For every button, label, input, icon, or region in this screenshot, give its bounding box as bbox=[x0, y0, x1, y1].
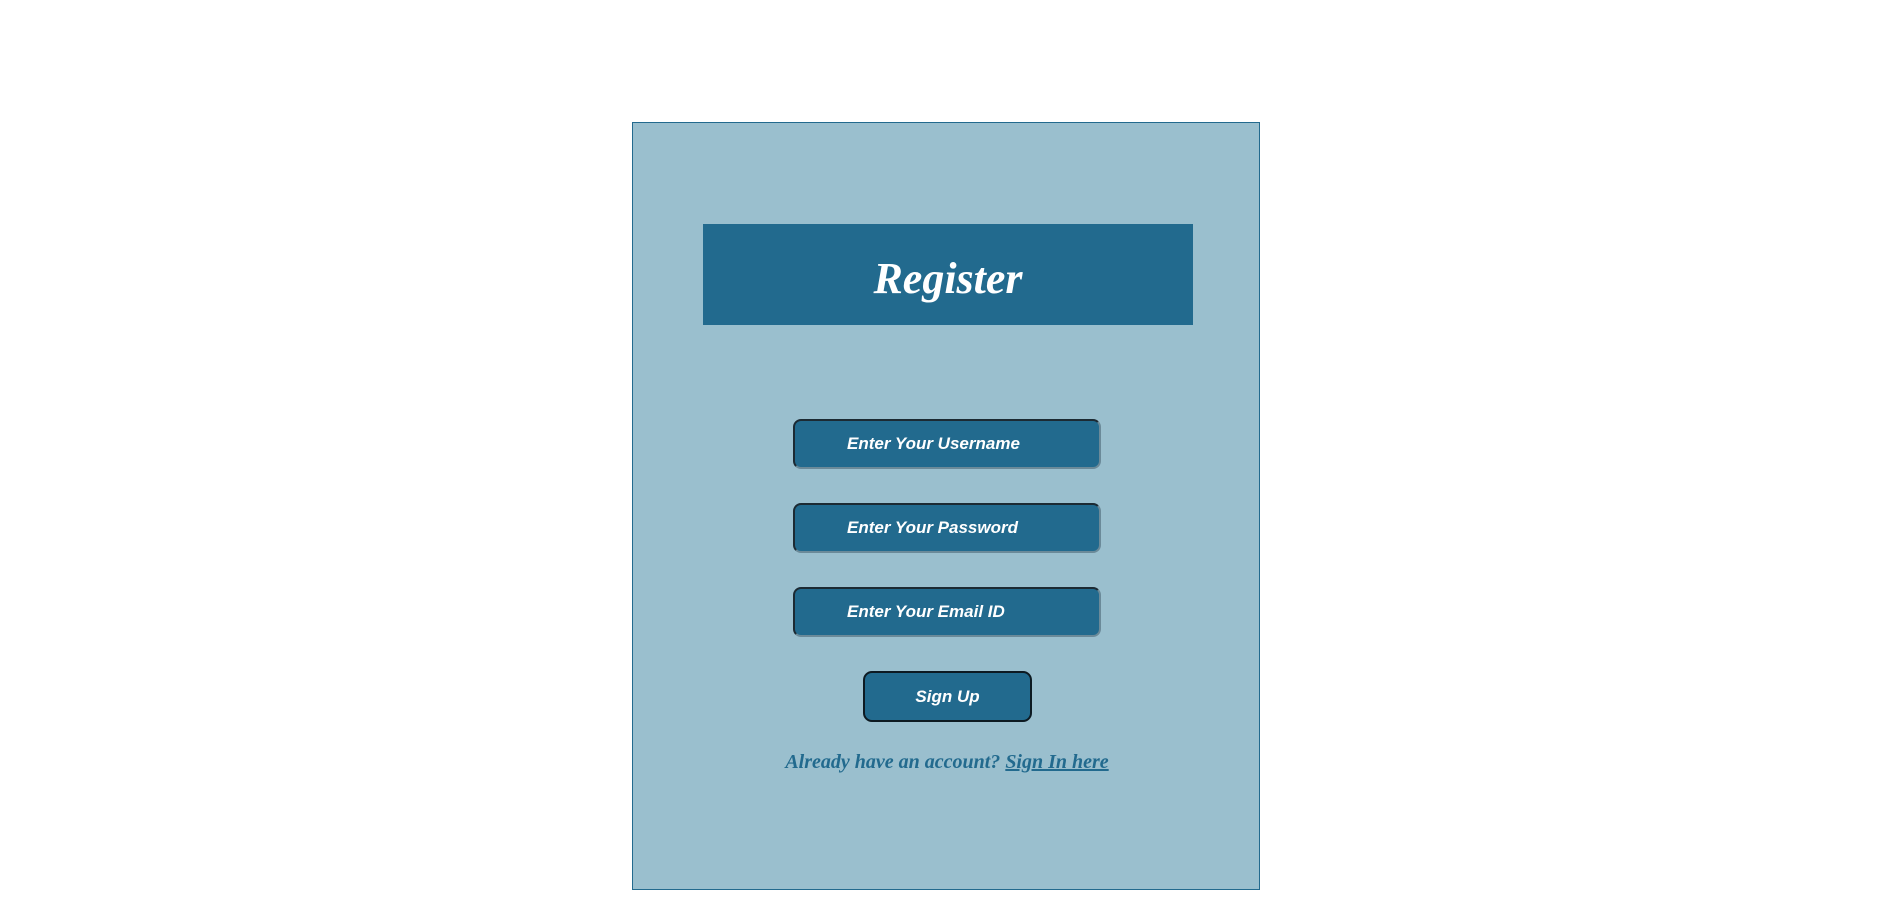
sign-up-button[interactable]: Sign Up bbox=[863, 671, 1032, 722]
password-input[interactable] bbox=[793, 503, 1101, 553]
sign-in-prompt: Already have an account? Sign In here bbox=[633, 751, 1261, 774]
register-header: Register bbox=[703, 224, 1193, 325]
email-input[interactable] bbox=[793, 587, 1101, 637]
register-card: Register Sign Up Already have an account… bbox=[632, 122, 1260, 890]
sign-in-link[interactable]: Sign In here bbox=[1005, 751, 1108, 773]
page-title: Register bbox=[873, 254, 1023, 303]
username-input[interactable] bbox=[793, 419, 1101, 469]
sign-in-prompt-text: Already have an account? bbox=[785, 751, 1001, 773]
